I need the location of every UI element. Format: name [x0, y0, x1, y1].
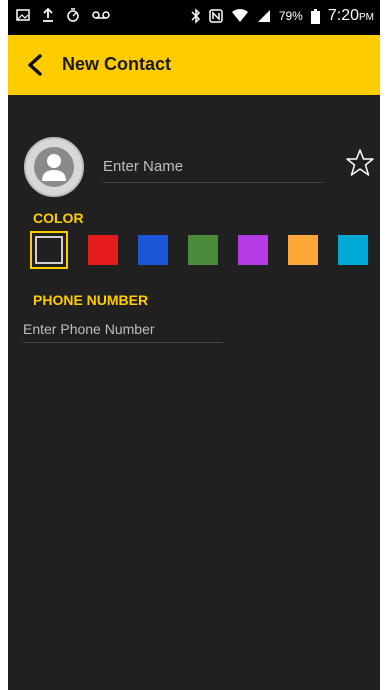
color-swatch[interactable]	[188, 235, 218, 265]
name-input[interactable]	[103, 150, 323, 183]
status-time: 7:20PM	[327, 7, 374, 24]
voicemail-icon	[92, 11, 110, 19]
phone-number-label: PHONE NUMBER	[33, 292, 149, 308]
color-swatch[interactable]	[238, 235, 268, 265]
phone-number-input[interactable]	[23, 316, 223, 343]
upload-icon	[43, 8, 53, 22]
color-swatch[interactable]	[30, 231, 68, 269]
page-title: New Contact	[62, 54, 172, 74]
color-swatch[interactable]	[88, 235, 118, 265]
favorite-star-icon[interactable]	[345, 148, 375, 178]
battery-icon	[310, 8, 320, 24]
color-swatch[interactable]	[138, 235, 168, 265]
color-picker	[30, 231, 370, 273]
person-icon	[34, 147, 74, 187]
stopwatch-icon	[67, 8, 79, 22]
selected-swatch-fill	[35, 236, 63, 264]
back-arrow-icon[interactable]	[24, 53, 48, 77]
color-swatch[interactable]	[288, 235, 318, 265]
status-bar: 79% 7:20PM	[8, 0, 380, 35]
color-swatch[interactable]	[338, 235, 368, 265]
color-label: COLOR	[33, 210, 84, 226]
battery-percent: 79%	[278, 9, 303, 23]
app-bar: New Contact	[8, 35, 380, 95]
bluetooth-icon	[191, 8, 200, 24]
wifi-icon	[231, 9, 248, 22]
signal-icon	[257, 10, 270, 22]
nfc-icon	[209, 9, 223, 23]
image-icon	[16, 9, 30, 21]
contact-avatar[interactable]	[24, 137, 84, 197]
app-frame: 79% 7:20PM New Contact COLOR PHONE NUMBE…	[8, 0, 380, 690]
status-icons-right: 79% 7:20PM	[191, 7, 374, 25]
status-icons-left	[16, 8, 110, 22]
